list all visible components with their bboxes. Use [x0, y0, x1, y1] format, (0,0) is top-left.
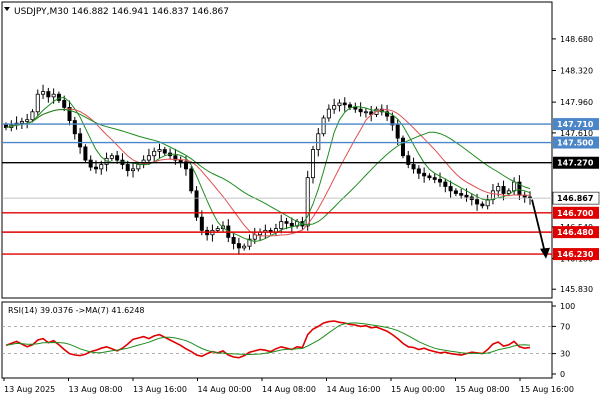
time-axis: 13 Aug 2025 13 Aug 08:00 13 Aug 16:00 14 Au… [3, 378, 574, 394]
rsi-tick-label: 70 [560, 322, 570, 331]
price-tick-label: 148.680 [560, 35, 593, 44]
candle-body [93, 166, 98, 170]
rsi-tick-label: 0 [560, 370, 565, 379]
candle-body [326, 108, 331, 119]
price-tick-label: 147.610 [560, 129, 593, 138]
candle-body [363, 111, 368, 114]
candle-body [46, 91, 51, 98]
candle-body [310, 149, 315, 179]
candle-body [83, 146, 88, 161]
candle-body [30, 111, 35, 121]
candle-body [56, 93, 61, 101]
candle-body [51, 93, 56, 98]
candle-body [284, 221, 289, 224]
main-price-panel: 148.680148.320147.960147.610146.540146.1… [1, 1, 600, 299]
candle-body [422, 172, 427, 177]
candle-body [342, 102, 347, 106]
candle-body [321, 117, 326, 135]
rsi-tick-label: 100 [560, 302, 575, 311]
ma-slow-line [5, 108, 530, 237]
level-tag-label: 147.710 [557, 120, 594, 129]
level-tag-label: 147.500 [557, 139, 594, 148]
time-tick-label: 13 Aug 08:00 [69, 385, 123, 394]
current-price-label: 146.867 [557, 194, 593, 203]
candle-body [99, 164, 104, 170]
candle-body [152, 150, 157, 157]
candle-body [199, 216, 204, 231]
candle-body [157, 149, 162, 152]
candle-body [41, 91, 46, 95]
candle-body [136, 164, 141, 170]
candle-body [501, 186, 506, 194]
time-tick-label: 15 Aug 00:00 [391, 385, 445, 394]
candle-body [453, 190, 458, 194]
level-tag-label: 146.480 [557, 228, 594, 237]
candle-body [395, 124, 400, 139]
candle-body [443, 181, 448, 187]
rsi-panel: 100 70 30 0 RSI(14) 39.0376 ->MA(7) 41.6248 [1, 301, 575, 379]
candle-body [438, 179, 443, 183]
candle-body [279, 221, 284, 230]
chart-title: USDJPY,M30 146.882 146.941 146.837 146.8… [14, 7, 229, 17]
rsi-ma-line [5, 322, 531, 356]
rsi-label: RSI(14) 39.0376 ->MA(7) 41.6248 [8, 306, 145, 315]
usdjpy-chart: 148.680148.320147.960147.610146.540146.1… [1, 1, 600, 394]
candle-body [88, 159, 93, 168]
candle-body [162, 149, 167, 154]
candle-body [146, 155, 151, 161]
price-tick-label: 148.320 [560, 67, 593, 76]
time-tick-label: 14 Aug 16:00 [327, 385, 381, 394]
price-tick-label: 147.960 [560, 98, 593, 107]
time-tick-label: 14 Aug 08:00 [262, 385, 316, 394]
candle-body [72, 120, 77, 135]
time-tick-label: 14 Aug 00:00 [198, 385, 252, 394]
candle-body [496, 186, 501, 192]
candle-body [480, 203, 485, 207]
candle-body [125, 164, 130, 172]
candle-body [475, 199, 480, 205]
candle-body [353, 107, 358, 110]
candle-body [464, 194, 469, 198]
candle-body [289, 222, 294, 227]
candle-body [332, 105, 337, 110]
time-tick-label: 13 Aug 2025 [4, 385, 55, 394]
candle-body [432, 177, 437, 180]
candle-body [459, 193, 464, 196]
forecast-arrow-line [531, 199, 547, 257]
time-tick-label: 15 Aug 08:00 [456, 385, 510, 394]
candle-body [448, 186, 453, 192]
candle-body [109, 155, 114, 159]
candle-body [62, 99, 67, 108]
level-tag-label: 147.270 [557, 159, 594, 168]
candle-body [416, 168, 421, 174]
candle-body [427, 175, 432, 179]
candle-body [25, 119, 30, 122]
collapse-triangle-icon [4, 7, 10, 11]
forecast-arrowhead [540, 247, 550, 259]
rsi-tick-label: 30 [560, 350, 570, 359]
candle-body [215, 228, 220, 231]
candle-body [316, 133, 321, 150]
candle-body [115, 155, 120, 161]
candle-body [35, 93, 40, 113]
candle-body [337, 102, 342, 107]
candle-body [78, 133, 83, 148]
level-tag-label: 146.230 [557, 250, 594, 259]
candle-body [231, 236, 236, 244]
candle-body [348, 104, 353, 108]
candle-body [236, 243, 241, 249]
candle-body [178, 159, 183, 163]
candle-body [131, 168, 136, 172]
level-tag-label: 146.700 [557, 209, 594, 218]
candle-body [358, 108, 363, 113]
candle-body [242, 245, 247, 249]
time-tick-label: 15 Aug 16:00 [520, 385, 574, 394]
candle-body [512, 181, 517, 192]
time-tick-label: 13 Aug 16:00 [133, 385, 187, 394]
candle-body [411, 164, 416, 170]
price-tick-label: 145.830 [560, 285, 593, 294]
candle-body [189, 168, 194, 192]
candle-body [400, 137, 405, 157]
candle-body [19, 121, 24, 124]
